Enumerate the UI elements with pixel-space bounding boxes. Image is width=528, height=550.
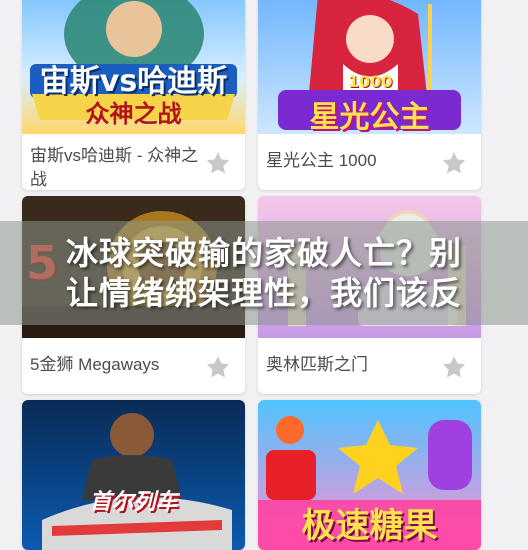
game-meta: 星光公主 1000 bbox=[258, 134, 481, 190]
game-art-subtitle: 众神之战 bbox=[85, 100, 182, 128]
game-title: 奥林匹斯之门 bbox=[266, 355, 368, 374]
game-card[interactable]: 1000 星光公主 星光公主 1000 bbox=[258, 0, 481, 190]
game-card[interactable]: 首尔列车 bbox=[22, 400, 245, 550]
game-card[interactable]: 宙斯vs哈迪斯 众神之战 宙斯vs哈迪斯 - 众神之战 bbox=[22, 0, 245, 190]
game-card[interactable]: 极速糖果 bbox=[258, 400, 481, 550]
game-art-title: 首尔列车 bbox=[89, 490, 178, 515]
game-meta: 5金狮 Megaways bbox=[22, 338, 245, 394]
star-icon[interactable] bbox=[205, 354, 231, 380]
game-title: 宙斯vs哈迪斯 - 众神之战 bbox=[30, 146, 199, 189]
star-icon[interactable] bbox=[441, 354, 467, 380]
game-art-title: 星光公主 bbox=[309, 100, 430, 134]
game-art-number: 1000 bbox=[348, 72, 393, 91]
game-meta: 奥林匹斯之门 bbox=[258, 338, 481, 394]
headline-banner: 冰球突破输的家破人亡？别让情绪绑架理性，我们该反 bbox=[0, 221, 528, 325]
star-icon[interactable] bbox=[441, 150, 467, 176]
game-title: 星光公主 1000 bbox=[266, 151, 377, 170]
game-thumbnail[interactable]: 宙斯vs哈迪斯 众神之战 bbox=[22, 0, 245, 134]
game-thumbnail[interactable]: 极速糖果 bbox=[258, 400, 481, 550]
game-meta: 宙斯vs哈迪斯 - 众神之战 bbox=[22, 134, 245, 190]
game-thumbnail[interactable]: 1000 星光公主 bbox=[258, 0, 481, 134]
headline-text: 冰球突破输的家破人亡？别让情绪绑架理性，我们该反 bbox=[65, 234, 462, 312]
star-icon[interactable] bbox=[205, 150, 231, 176]
game-art-title: 极速糖果 bbox=[301, 506, 438, 546]
game-title: 5金狮 Megaways bbox=[30, 355, 160, 374]
game-thumbnail[interactable]: 首尔列车 bbox=[22, 400, 245, 550]
